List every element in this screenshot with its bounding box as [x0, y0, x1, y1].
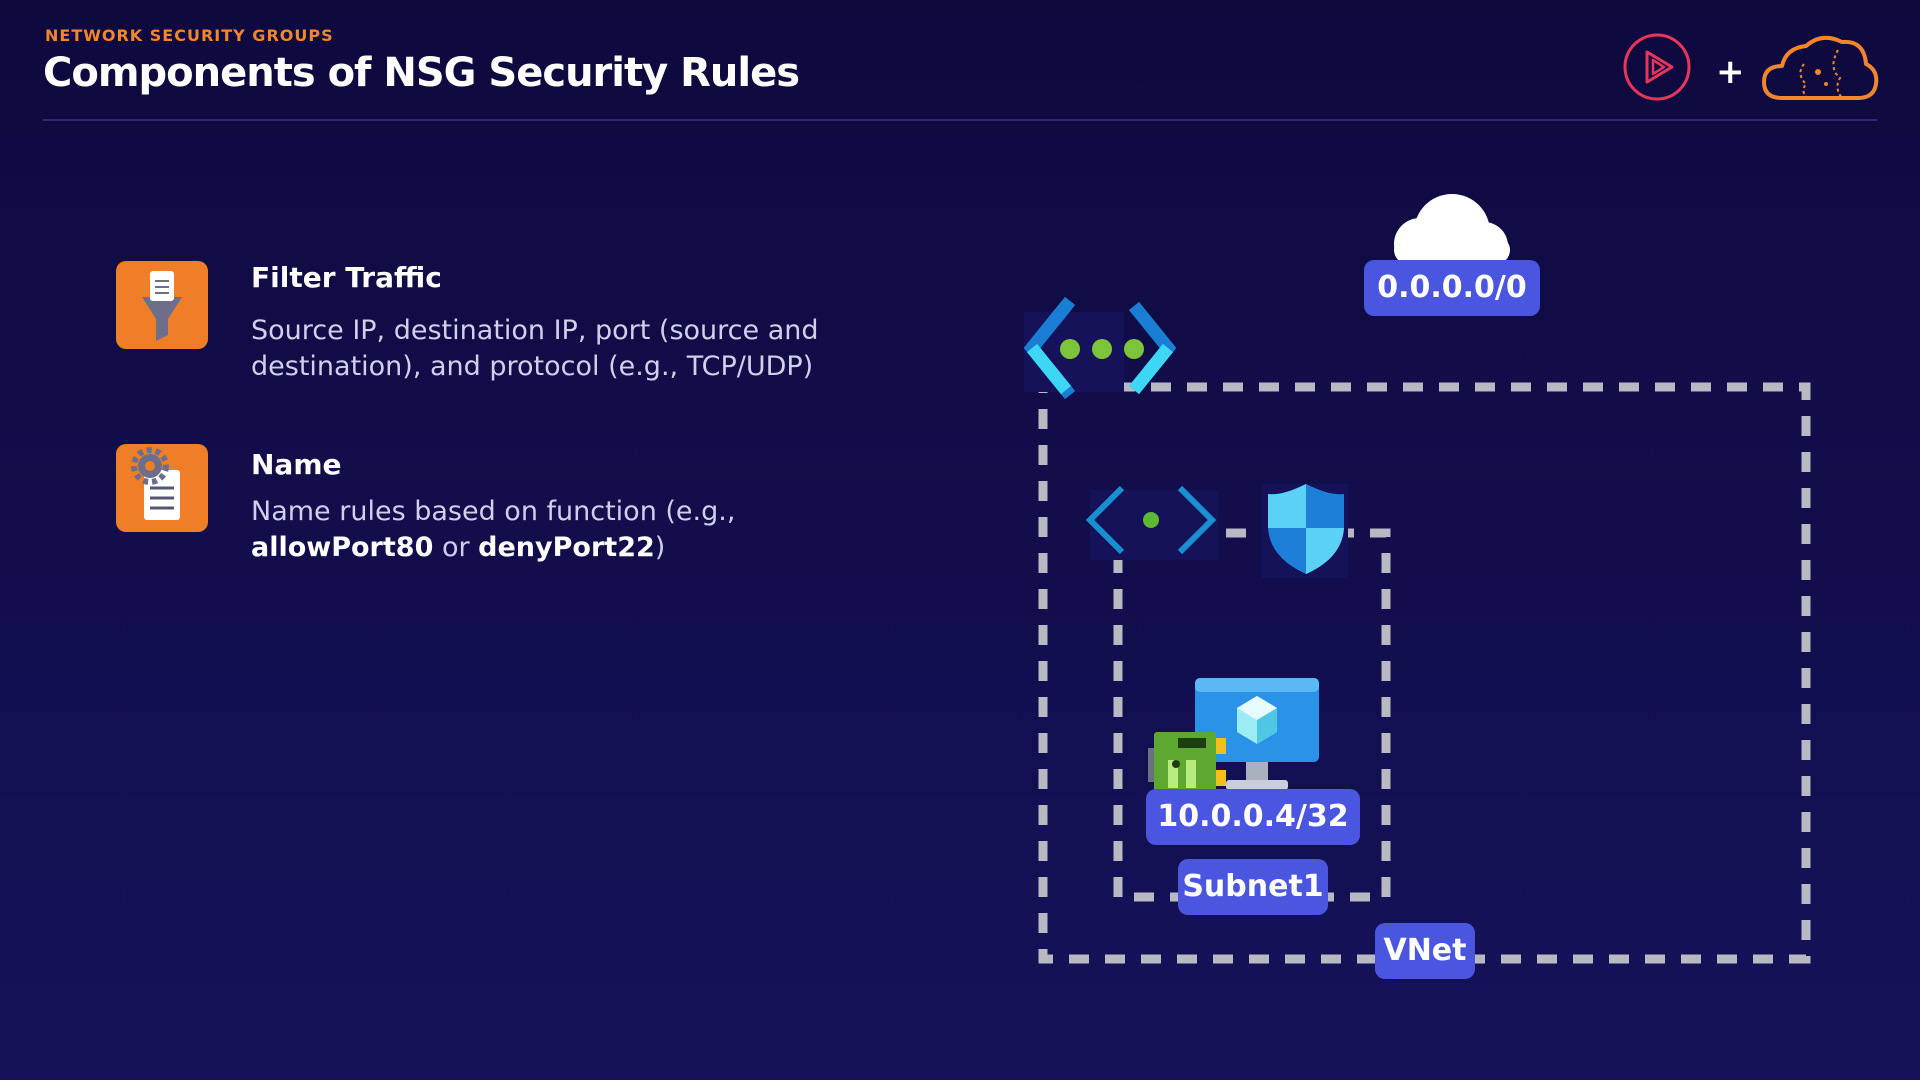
- subnet-label: Subnet1: [1178, 859, 1328, 915]
- vnet-label: VNet: [1375, 923, 1475, 979]
- shield-icon: [1262, 484, 1348, 578]
- network-diagram: [1023, 194, 1811, 964]
- virtual-network-icon: [1023, 296, 1177, 400]
- vm-address-label: 10.0.0.4/32: [1146, 789, 1360, 845]
- cloud-icon: [1394, 194, 1510, 270]
- network-interface-icon: [1148, 732, 1226, 794]
- internet-address-label: 0.0.0.0/0: [1364, 260, 1540, 316]
- subnet-icon: [1085, 485, 1218, 560]
- vnet-boundary: [1038, 382, 1811, 964]
